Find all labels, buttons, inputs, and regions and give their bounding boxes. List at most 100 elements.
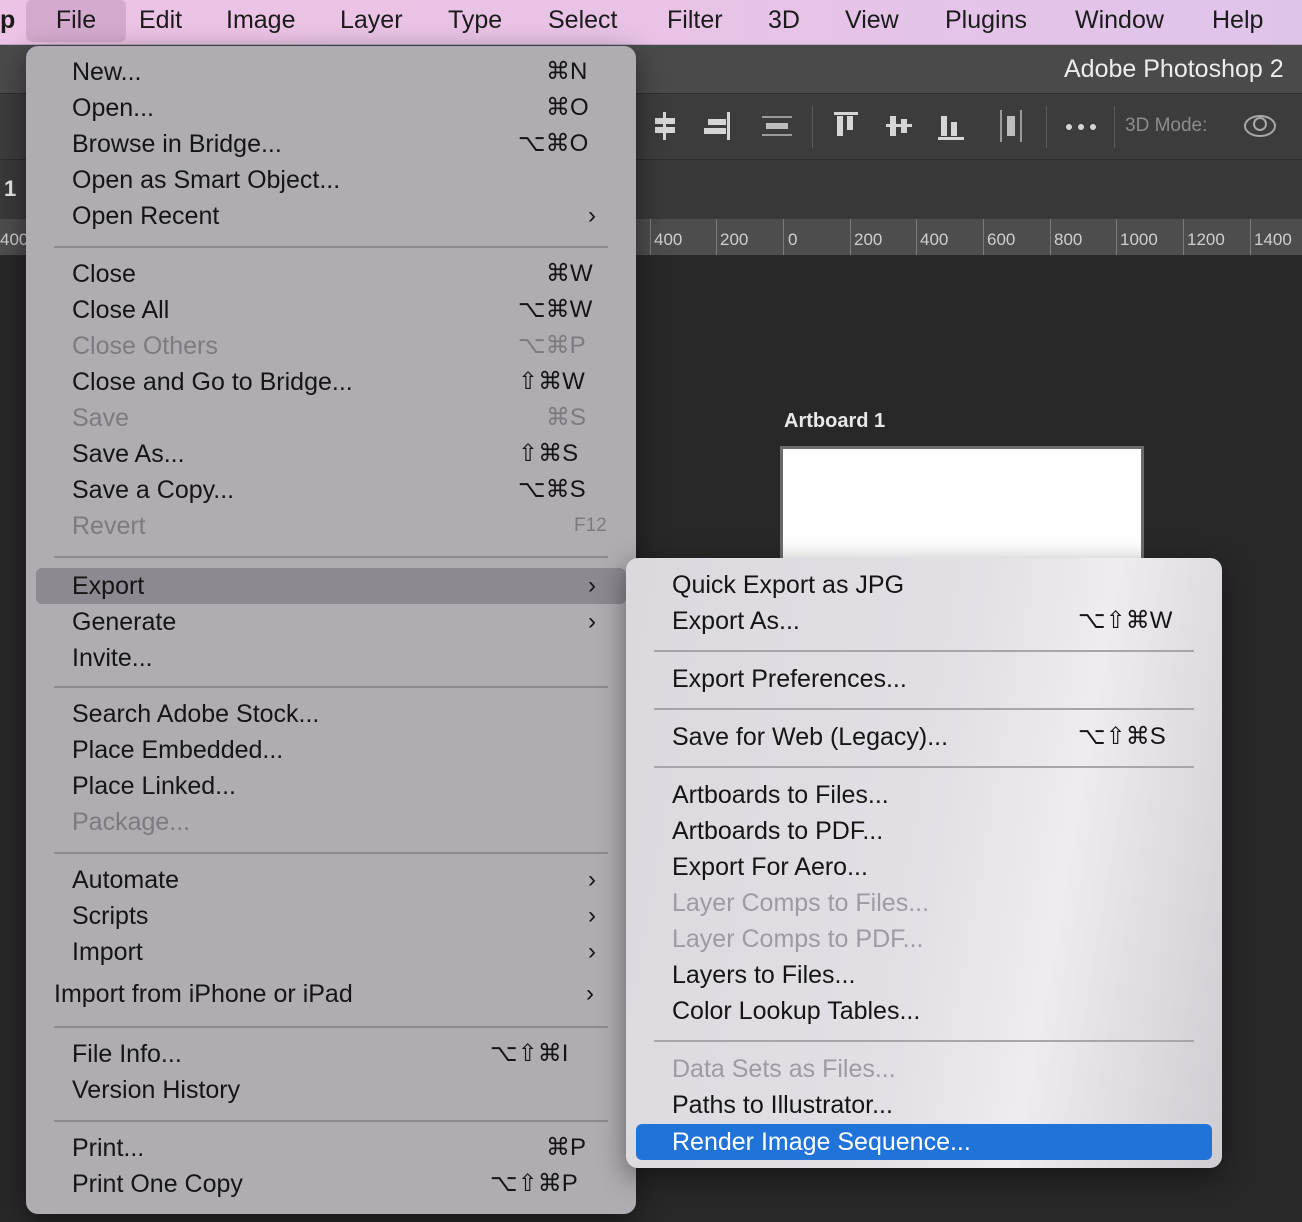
menu-item-label: Export [72,572,145,600]
menu-divider [654,1040,1194,1042]
ruler-label: 400 [654,230,683,249]
menu-item-label: Browse in Bridge... [72,130,282,158]
distribute-horizontal-icon[interactable] [998,108,1024,144]
menu-item-browse-in-bridge[interactable]: Browse in Bridge... ⌥⌘O [72,126,606,162]
ruler-label: 200 [720,230,749,249]
menu-item-label: Render Image Sequence... [672,1128,971,1156]
menu-item-shortcut: ⌥⌘W [518,296,593,323]
menu-item-scripts[interactable]: Scripts › [72,898,606,934]
menu-item-data-sets-as-files: Data Sets as Files... [672,1051,1192,1087]
menu-view[interactable]: View [845,0,899,44]
ruler-label: 1200 [1187,230,1225,249]
menu-select[interactable]: Select [548,0,617,44]
menu-item-label: Color Lookup Tables... [672,997,921,1025]
menu-item-print-one-copy[interactable]: Print One Copy ⌥⇧⌘P [72,1166,606,1202]
menu-item-label: Close All [72,296,170,324]
chevron-right-icon: › [588,572,596,599]
document-tab[interactable]: 1 [4,176,16,202]
menu-item-new[interactable]: New... ⌘N [72,54,606,90]
menu-item-label: Close and Go to Bridge... [72,368,353,396]
menu-divider [654,650,1194,652]
menu-item-import-from-iphone[interactable]: Import from iPhone or iPad › [54,976,606,1012]
align-horizontal-centers-icon[interactable] [884,110,914,142]
menu-help[interactable]: Help [1212,0,1263,44]
menu-item-open[interactable]: Open... ⌘O [72,90,606,126]
menu-item-label: File Info... [72,1040,182,1068]
app-menu[interactable]: p [0,0,15,44]
more-options-icon[interactable] [1064,122,1098,132]
menu-item-label: Open... [72,94,154,122]
menu-item-shortcut: ⌥⌘S [518,476,586,503]
menu-item-close-go-to-bridge[interactable]: Close and Go to Bridge... ⇧⌘W [72,364,606,400]
menu-item-render-image-sequence[interactable]: Render Image Sequence... [672,1124,1192,1160]
distribute-icon[interactable] [760,114,794,138]
menu-item-close-all[interactable]: Close All ⌥⌘W [72,292,606,328]
ruler-label: 800 [1054,230,1083,249]
ruler-tick [1183,219,1184,255]
menu-item-label: Open as Smart Object... [72,166,341,194]
menu-item-export-for-aero[interactable]: Export For Aero... [672,849,1192,885]
menu-item-paths-to-illustrator[interactable]: Paths to Illustrator... [672,1087,1192,1123]
menu-item-open-recent[interactable]: Open Recent › [72,198,606,234]
menu-item-artboards-to-pdf[interactable]: Artboards to PDF... [672,813,1192,849]
artboard-canvas[interactable] [780,446,1144,576]
ruler-label: 1400 [1254,230,1292,249]
menu-item-close[interactable]: Close ⌘W [72,256,606,292]
menu-item-color-lookup-tables[interactable]: Color Lookup Tables... [672,993,1192,1029]
menu-file[interactable]: File [26,0,126,42]
menu-item-shortcut: ⌘S [546,404,587,431]
menu-item-place-embedded[interactable]: Place Embedded... [72,732,606,768]
menu-item-layers-to-files[interactable]: Layers to Files... [672,957,1192,993]
menu-item-generate[interactable]: Generate › [72,604,606,640]
artboard-label[interactable]: Artboard 1 [784,410,885,433]
menu-item-label: Print... [72,1134,145,1162]
menu-item-import[interactable]: Import › [72,934,606,970]
menu-item-open-smart-object[interactable]: Open as Smart Object... [72,162,606,198]
menu-item-shortcut: ⌘W [546,260,593,287]
menu-divider [54,1026,608,1028]
menu-item-shortcut: ⌘P [546,1134,587,1161]
menu-window[interactable]: Window [1075,0,1164,44]
menu-item-save-a-copy[interactable]: Save a Copy... ⌥⌘S [72,472,606,508]
menu-item-search-adobe-stock[interactable]: Search Adobe Stock... [72,696,606,732]
ruler-label: 600 [987,230,1016,249]
menu-item-file-info[interactable]: File Info... ⌥⇧⌘I [72,1036,606,1072]
menu-item-artboards-to-files[interactable]: Artboards to Files... [672,777,1192,813]
menu-item-version-history[interactable]: Version History [72,1072,606,1108]
menu-filter[interactable]: Filter [667,0,723,44]
chevron-right-icon: › [586,980,594,1007]
menu-item-invite[interactable]: Invite... [72,640,606,676]
menu-item-place-linked[interactable]: Place Linked... [72,768,606,804]
menu-type[interactable]: Type [448,0,502,44]
menu-item-export-preferences[interactable]: Export Preferences... [672,661,1192,697]
ruler-label: 200 [854,230,883,249]
menu-divider [654,708,1194,710]
align-top-edges-icon[interactable] [832,110,860,142]
menu-item-label: Open Recent [72,202,220,230]
menu-plugins[interactable]: Plugins [945,0,1027,44]
menu-3d[interactable]: 3D [768,0,800,44]
menu-item-label: Place Embedded... [72,736,284,764]
menu-image[interactable]: Image [226,0,295,44]
menu-item-label: Revert [72,512,146,540]
menu-item-shortcut: ⌥⇧⌘I [490,1040,569,1067]
menu-layer[interactable]: Layer [340,0,403,44]
menu-item-label: Artboards to Files... [672,781,889,809]
menu-item-save-for-web[interactable]: Save for Web (Legacy)... ⌥⇧⌘S [672,719,1192,755]
menu-item-label: Close [72,260,136,288]
menu-item-save-as[interactable]: Save As... ⇧⌘S [72,436,606,472]
3d-orbit-icon[interactable] [1240,110,1280,142]
menu-item-save: Save ⌘S [72,400,606,436]
menu-item-label: Layer Comps to Files... [672,889,930,917]
menu-item-print[interactable]: Print... ⌘P [72,1130,606,1166]
align-vertical-centers-icon[interactable] [652,110,678,142]
menu-item-export[interactable]: Export › [72,568,606,604]
menu-item-shortcut: ⌘N [546,58,588,85]
ruler-tick [716,219,717,255]
menu-item-automate[interactable]: Automate › [72,862,606,898]
align-bottom-edges-icon[interactable] [936,110,966,142]
align-right-edges-icon[interactable] [702,110,732,142]
menu-edit[interactable]: Edit [139,0,182,44]
menu-item-export-as[interactable]: Export As... ⌥⇧⌘W [672,603,1192,639]
menu-item-quick-export-jpg[interactable]: Quick Export as JPG [672,567,1192,603]
